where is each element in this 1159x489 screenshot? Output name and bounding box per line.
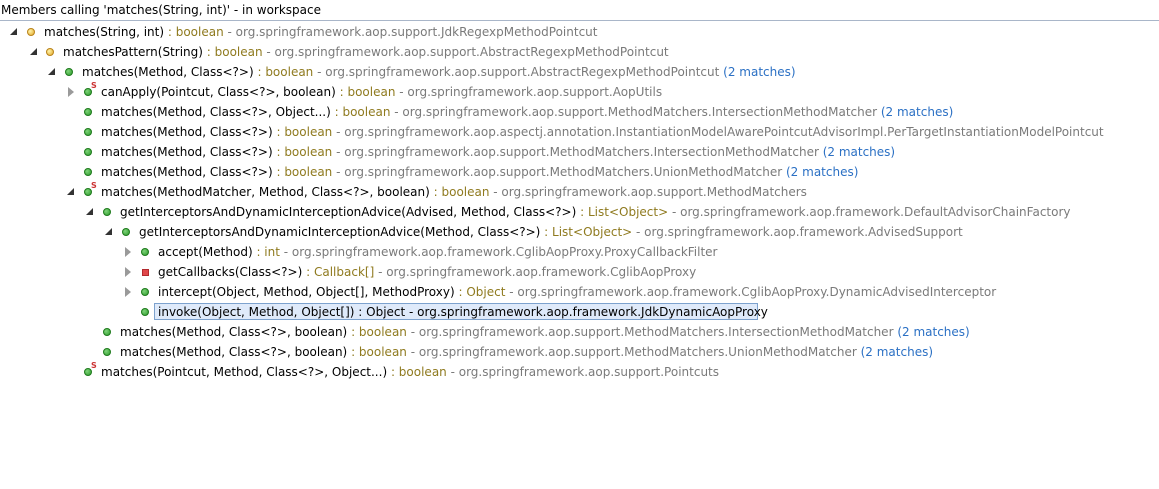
tree-node-label: matches(Method, Class<?>) : boolean - or… bbox=[82, 65, 796, 79]
collapsed-arrow-icon[interactable] bbox=[66, 87, 76, 97]
call-hierarchy-view: Members calling 'matches(String, int)' -… bbox=[0, 0, 1159, 489]
public-method-icon bbox=[65, 68, 73, 76]
expanded-arrow-icon[interactable] bbox=[104, 227, 114, 237]
tree-node-label: matches(Method, Class<?>, boolean) : boo… bbox=[120, 325, 970, 339]
public-method-icon bbox=[103, 348, 111, 356]
protected-method-icon bbox=[46, 48, 54, 56]
selection-highlight[interactable]: invoke(Object, Method, Object[]) : Objec… bbox=[154, 303, 768, 320]
tree-node-label: matches(Method, Class<?>) : boolean - or… bbox=[101, 165, 859, 179]
tree-node-label: getCallbacks(Class<?>) : Callback[] - or… bbox=[158, 265, 697, 279]
public-method-icon bbox=[103, 208, 111, 216]
expanded-arrow-icon[interactable] bbox=[9, 27, 19, 37]
private-method-icon bbox=[142, 269, 149, 276]
tree-node-label: matches(Pointcut, Method, Class<?>, Obje… bbox=[101, 365, 720, 379]
expanded-arrow-icon[interactable] bbox=[29, 47, 39, 57]
public-method-icon bbox=[84, 168, 92, 176]
tree-node-label: matches(Method, Class<?>, boolean) : boo… bbox=[120, 345, 934, 359]
tree-node-label: accept(Method) : int - org.springframewo… bbox=[158, 245, 718, 259]
public-method-icon bbox=[84, 128, 92, 136]
expanded-arrow-icon[interactable] bbox=[85, 207, 95, 217]
public-method-icon bbox=[84, 148, 92, 156]
tree-node-label: matches(Method, Class<?>, Object...) : b… bbox=[101, 105, 954, 119]
expanded-arrow-icon[interactable] bbox=[66, 187, 76, 197]
expanded-arrow-icon[interactable] bbox=[47, 67, 57, 77]
call-hierarchy-title: Members calling 'matches(String, int)' -… bbox=[1, 3, 322, 17]
static-marker-icon: S bbox=[91, 181, 97, 190]
collapsed-arrow-icon[interactable] bbox=[123, 247, 133, 257]
call-hierarchy-header: Members calling 'matches(String, int)' -… bbox=[0, 0, 1159, 21]
collapsed-arrow-icon[interactable] bbox=[123, 287, 133, 297]
public-method-icon bbox=[122, 228, 130, 236]
tree-node-label: getInterceptorsAndDynamicInterceptionAdv… bbox=[139, 225, 963, 239]
protected-method-icon bbox=[27, 28, 35, 36]
public-method-icon bbox=[84, 108, 92, 116]
tree-node-label: matches(String, int) : boolean - org.spr… bbox=[44, 25, 598, 39]
public-method-icon bbox=[141, 248, 149, 256]
tree-node-label: matchesPattern(String) : boolean - org.s… bbox=[63, 45, 669, 59]
tree-node-label: canApply(Pointcut, Class<?>, boolean) : … bbox=[101, 85, 663, 99]
static-marker-icon: S bbox=[91, 81, 97, 90]
public-method-icon bbox=[141, 288, 149, 296]
public-method-icon bbox=[103, 328, 111, 336]
tree-node-label: matches(Method, Class<?>) : boolean - or… bbox=[101, 145, 896, 159]
tree-node-label: intercept(Object, Method, Object[], Meth… bbox=[158, 285, 997, 299]
tree-node-label: invoke(Object, Method, Object[]) : Objec… bbox=[158, 305, 768, 319]
public-method-icon bbox=[141, 308, 149, 316]
tree-node-label: matches(Method, Class<?>) : boolean - or… bbox=[101, 125, 1104, 139]
tree-node-label: getInterceptorsAndDynamicInterceptionAdv… bbox=[120, 205, 1071, 219]
tree-node-label: matches(MethodMatcher, Method, Class<?>,… bbox=[101, 185, 807, 199]
collapsed-arrow-icon[interactable] bbox=[123, 267, 133, 277]
static-marker-icon: S bbox=[91, 361, 97, 370]
